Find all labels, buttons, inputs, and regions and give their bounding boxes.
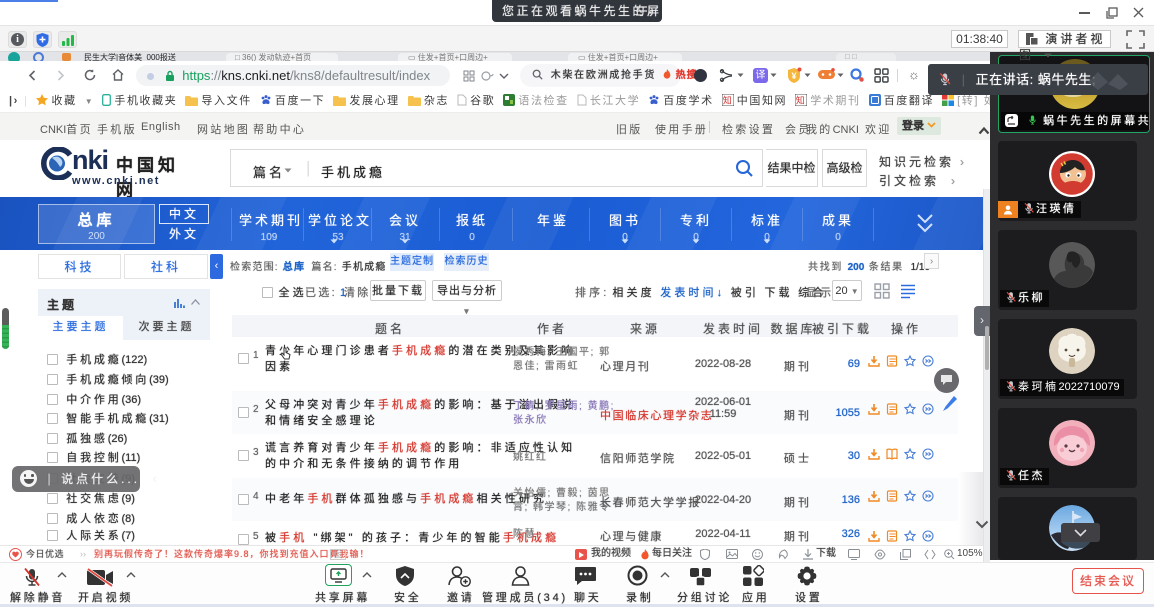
svg-text:知: 知 — [796, 95, 807, 106]
svg-text:¥: ¥ — [791, 71, 796, 81]
svg-text:知: 知 — [722, 95, 733, 106]
